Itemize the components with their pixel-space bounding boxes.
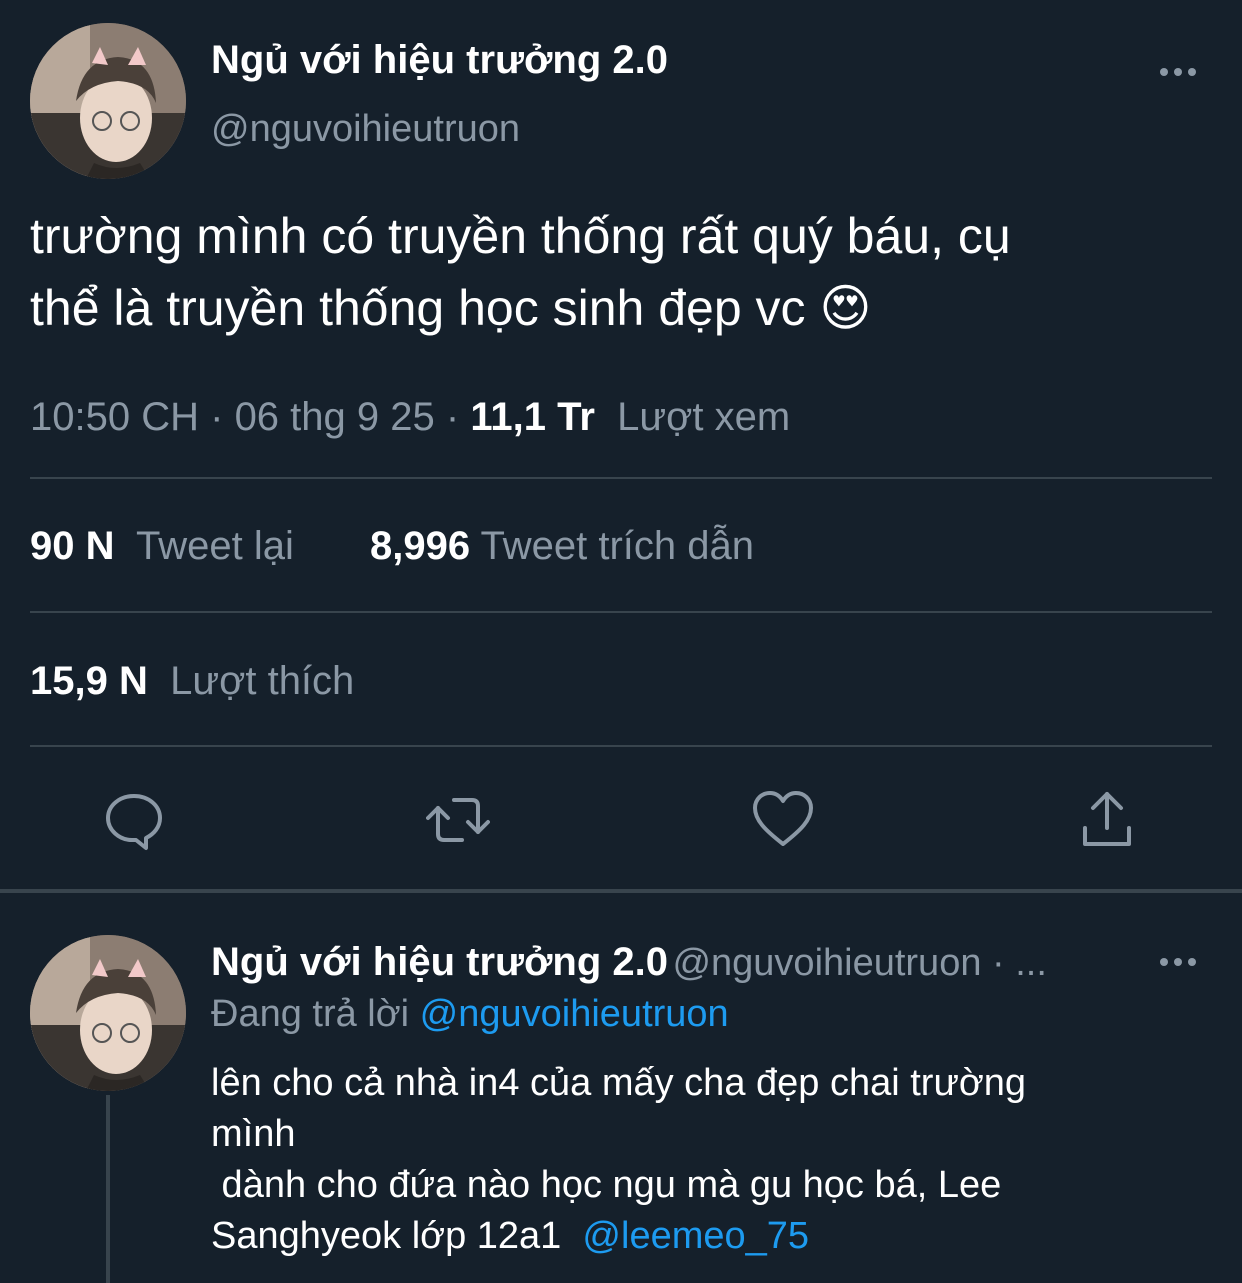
tweet-text-line: thể là truyền thống học sinh đẹp vc 😍	[30, 272, 1220, 344]
author-name[interactable]: Ngủ với hiệu trưởng 2.0	[211, 38, 668, 83]
reply-text-line4: Sanghyeok lớp 12a1	[211, 1215, 562, 1257]
divider	[30, 745, 1212, 747]
reply-more-icon[interactable]	[1158, 942, 1198, 992]
likes-stat[interactable]: 15,9 N Lượt thích	[30, 659, 354, 704]
tweet-text: trường mình có truyền thống rất quý báu,…	[30, 200, 1220, 344]
more-icon[interactable]	[1158, 52, 1198, 102]
quotes-stat[interactable]: 8,996 Tweet trích dẫn	[370, 524, 754, 569]
reply-text-line: dành cho đứa nào học ngu mà gu học bá, L…	[211, 1164, 1002, 1206]
thread-line	[106, 1095, 110, 1283]
replying-to-handle[interactable]: @nguvoihieutruon	[420, 993, 729, 1035]
reply-text-line: Sanghyeok lớp 12a1 @leemeo_75	[211, 1211, 1221, 1262]
reply-author-avatar[interactable]	[30, 935, 186, 1091]
reply-text: lên cho cả nhà in4 của mấy cha đẹp chai …	[211, 1058, 1221, 1262]
section-separator	[0, 889, 1242, 893]
quotes-count: 8,996	[370, 524, 471, 568]
reply-header: Ngủ với hiệu trưởng 2.0 @nguvoihieutruon…	[211, 940, 1047, 985]
mention-link[interactable]: @leemeo_75	[582, 1215, 809, 1257]
tweet-meta: 10:50 CH · 06 thg 9 25 · 11,1 Tr Lượt xe…	[30, 395, 790, 440]
quotes-label: Tweet trích dẫn	[480, 524, 754, 568]
replying-to-label: Đang trả lời	[211, 993, 410, 1035]
replying-to: Đang trả lời @nguvoihieutruon	[211, 993, 729, 1036]
like-icon[interactable]	[751, 788, 815, 852]
reply-text-line: mình	[211, 1113, 296, 1155]
meta-separator: ·	[445, 395, 460, 439]
author-avatar[interactable]	[30, 23, 186, 179]
views-label: Lượt xem	[617, 395, 791, 439]
likes-count: 15,9 N	[30, 659, 148, 703]
views-count: 11,1 Tr	[470, 395, 595, 439]
tweet-text-line2: thể là truyền thống học sinh đẹp vc	[30, 280, 806, 336]
tweet-text-line: trường mình có truyền thống rất quý báu,…	[30, 208, 1011, 264]
reply-text-line: lên cho cả nhà in4 của mấy cha đẹp chai …	[211, 1062, 1027, 1104]
retweets-count: 90 N	[30, 524, 115, 568]
retweets-stat[interactable]: 90 N Tweet lại	[30, 524, 294, 569]
reply-author-name[interactable]: Ngủ với hiệu trưởng 2.0	[211, 940, 668, 984]
share-icon[interactable]	[1075, 788, 1139, 852]
retweets-label: Tweet lại	[136, 524, 294, 568]
tweet-date[interactable]: 06 thg 9 25	[235, 395, 435, 439]
meta-separator: ·	[210, 395, 224, 439]
retweet-icon[interactable]	[426, 788, 490, 852]
tweet-time[interactable]: 10:50 CH	[30, 395, 199, 439]
divider	[30, 611, 1212, 613]
reply-icon[interactable]	[102, 788, 166, 852]
author-handle[interactable]: @nguvoihieutruon	[211, 108, 520, 151]
heart-eyes-emoji: 😍	[819, 280, 872, 336]
divider	[30, 477, 1212, 479]
reply-author-handle[interactable]: @nguvoihieutruon · ...	[672, 942, 1046, 984]
likes-label: Lượt thích	[170, 659, 355, 703]
